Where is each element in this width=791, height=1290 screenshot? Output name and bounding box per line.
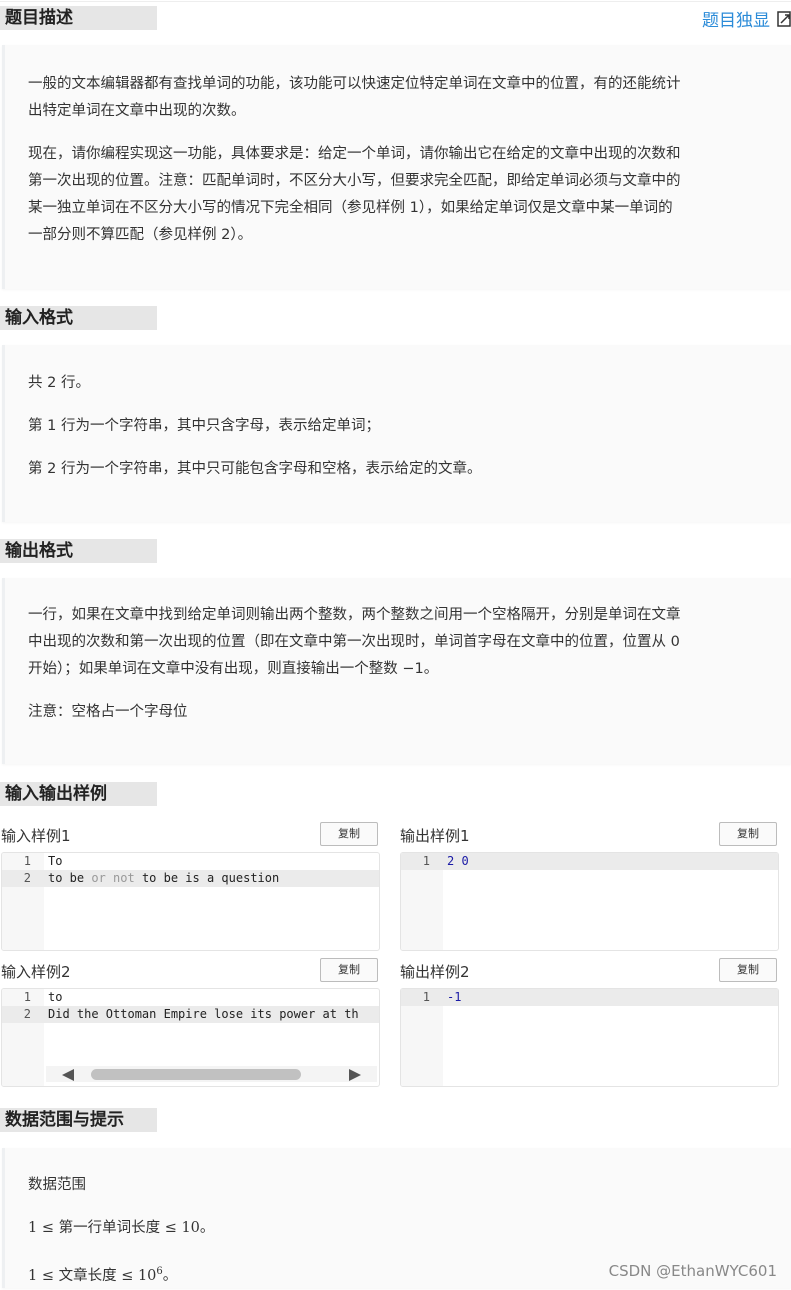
- section-title-data-range: 数据范围与提示: [0, 1108, 157, 1132]
- copy-input-2-button[interactable]: 复制: [320, 958, 378, 982]
- sample-input-1-editor[interactable]: 1 To 2 to be or not to be is a question: [1, 852, 380, 951]
- line-number: 1: [23, 854, 31, 868]
- code-line: 1 to: [2, 989, 379, 1006]
- horizontal-scrollbar[interactable]: [46, 1066, 377, 1082]
- section-title-output-format: 输出格式: [0, 539, 157, 563]
- data-range-heading: 数据范围: [28, 1177, 86, 1193]
- code-line: 1 2 0: [401, 853, 778, 870]
- description-line: 一部分则不算匹配（参见样例 2）。: [28, 227, 253, 243]
- scrollbar-thumb[interactable]: [91, 1069, 301, 1080]
- section-title-description: 题目描述: [0, 6, 157, 30]
- copy-output-1-button[interactable]: 复制: [719, 822, 777, 846]
- code-text: To: [48, 854, 63, 868]
- external-link-icon[interactable]: [777, 10, 791, 28]
- code-line: 1 -1: [401, 989, 778, 1006]
- input-format-line: 第 1 行为一个字符串，其中只含字母，表示给定单词；: [28, 418, 380, 434]
- code-text: -1: [447, 990, 462, 1004]
- range-end: 。: [199, 1220, 215, 1236]
- code-text: 2 0: [447, 854, 469, 868]
- range-end: 。: [162, 1267, 178, 1284]
- copy-input-1-button[interactable]: 复制: [320, 822, 378, 846]
- code-line: 1 To: [2, 853, 379, 870]
- line-number: 1: [422, 854, 430, 868]
- description-box: 一般的文本编辑器都有查找单词的功能，该功能可以快速定位特定单词在文章中的位置，有…: [2, 45, 791, 289]
- input-format-line: 共 2 行。: [28, 375, 90, 391]
- code-line: 2 Did the Ottoman Empire lose its power …: [2, 1006, 379, 1023]
- output-format-line: 开始）；如果单词在文章中没有出现，则直接输出一个整数 −1。: [28, 661, 439, 677]
- math-text: ≤ 10: [116, 1267, 157, 1284]
- line-number: 1: [422, 990, 430, 1004]
- math-text: 1 ≤: [28, 1220, 59, 1236]
- sample-input-1-label: 输入样例1: [1, 827, 71, 845]
- sample-output-2-label: 输出样例2: [400, 963, 470, 981]
- code-text: to: [48, 990, 63, 1004]
- watermark: CSDN @EthanWYC601: [608, 1262, 777, 1280]
- sample-input-2-editor[interactable]: 1 to 2 Did the Ottoman Empire lose its p…: [1, 988, 380, 1087]
- description-line: 现在，请你编程实现这一功能，具体要求是：给定一个单词，请你输出它在给定的文章中出…: [28, 146, 681, 162]
- math-text: ≤ 10: [160, 1220, 200, 1236]
- sample-input-2-label: 输入样例2: [1, 963, 71, 981]
- range-subject: 第一行单词长度: [58, 1220, 161, 1236]
- math-text: 1 ≤: [28, 1267, 59, 1284]
- input-format-line: 第 2 行为一个字符串，其中只可能包含字母和空格，表示给定的文章。: [28, 461, 482, 477]
- section-title-input-format: 输入格式: [0, 306, 157, 330]
- copy-output-2-button[interactable]: 复制: [719, 958, 777, 982]
- input-format-box: 共 2 行。 第 1 行为一个字符串，其中只含字母，表示给定单词； 第 2 行为…: [2, 345, 791, 522]
- description-line: 第一次出现的位置。注意：匹配单词时，不区分大小写，但要求完全匹配，即给定单词必须…: [28, 173, 681, 189]
- scroll-right-icon[interactable]: [349, 1069, 361, 1081]
- sample-output-1-editor[interactable]: 1 2 0: [400, 852, 779, 951]
- line-number: 1: [23, 990, 31, 1004]
- output-format-line: 一行，如果在文章中找到给定单词则输出两个整数，两个整数之间用一个空格隔开，分别是…: [28, 607, 681, 623]
- description-line: 一般的文本编辑器都有查找单词的功能，该功能可以快速定位特定单词在文章中的位置，有…: [28, 76, 681, 92]
- line-number: 2: [23, 1007, 31, 1021]
- data-range-line: 1 ≤ 文章长度 ≤ 106。: [28, 1258, 177, 1290]
- range-subject: 文章长度: [58, 1267, 117, 1284]
- sample-output-2-editor[interactable]: 1 -1: [400, 988, 779, 1087]
- output-format-box: 一行，如果在文章中找到给定单词则输出两个整数，两个整数之间用一个空格隔开，分别是…: [2, 578, 791, 764]
- scroll-left-icon[interactable]: [62, 1069, 74, 1081]
- output-format-note: 注意：空格占一个字母位: [28, 704, 188, 720]
- top-divider: [0, 1, 791, 2]
- line-number: 2: [23, 871, 31, 885]
- sample-output-1-label: 输出样例1: [400, 827, 470, 845]
- description-line: 出特定单词在文章中出现的次数。: [28, 103, 246, 119]
- code-text: Did the Ottoman Empire lose its power at…: [48, 1007, 359, 1021]
- code-text: to be or not to be is a question: [48, 871, 280, 885]
- section-title-samples: 输入输出样例: [0, 782, 157, 806]
- code-line: 2 to be or not to be is a question: [2, 870, 379, 887]
- description-line: 某一独立单词在不区分大小写的情况下完全相同（参见样例 1），如果给定单词仅是文章…: [28, 200, 673, 216]
- solo-view-link[interactable]: 题目独显: [702, 6, 770, 31]
- output-format-line: 中出现的次数和第一次出现的位置（即在文章中第一次出现时，单词首字母在文章中的位置…: [28, 634, 680, 650]
- data-range-line: 1 ≤ 第一行单词长度 ≤ 10。: [28, 1215, 214, 1242]
